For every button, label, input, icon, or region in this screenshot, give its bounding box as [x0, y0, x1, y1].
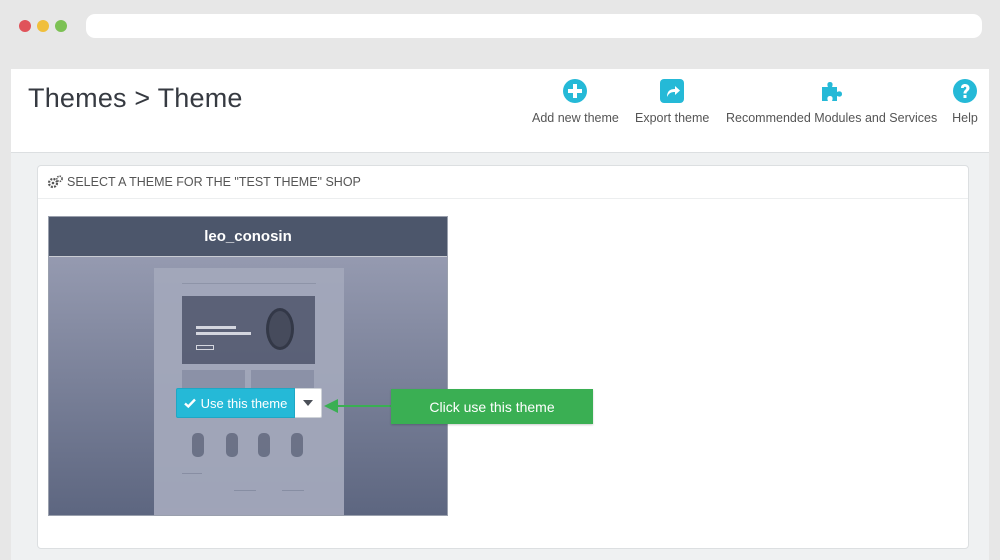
caret-down-icon [303, 400, 313, 406]
share-square-icon [660, 79, 685, 103]
export-theme-button[interactable]: Export theme [635, 78, 709, 125]
annotation-arrow-icon [324, 399, 392, 413]
help-button[interactable]: Help [952, 78, 978, 125]
export-theme-label: Export theme [635, 111, 710, 125]
panel-heading: SELECT A THEME FOR THE "TEST THEME" SHOP [38, 166, 968, 199]
theme-name: leo_conosin [49, 217, 447, 257]
cogs-icon [47, 175, 63, 189]
add-new-theme-label: Add new theme [532, 111, 619, 125]
browser-chrome [0, 0, 1000, 52]
check-icon [183, 398, 196, 409]
plus-circle-icon [563, 79, 588, 103]
address-bar[interactable] [86, 14, 982, 38]
maximize-window-dot[interactable] [55, 20, 67, 32]
theme-preview-image: Use this theme [49, 257, 447, 515]
page-header: Themes > Theme Add new theme Export them… [11, 69, 989, 153]
page-title: Themes > Theme [28, 83, 243, 113]
help-label: Help [952, 111, 978, 125]
theme-card: leo_conosin Use this theme [48, 216, 448, 516]
recommended-modules-label: Recommended Modules and Services [726, 111, 938, 125]
panel-heading-text: SELECT A THEME FOR THE "TEST THEME" SHOP [67, 175, 361, 189]
close-window-dot[interactable] [19, 20, 31, 32]
recommended-modules-button[interactable]: Recommended Modules and Services [726, 78, 937, 125]
theme-options-dropdown-toggle[interactable] [295, 388, 322, 418]
theme-selection-panel: SELECT A THEME FOR THE "TEST THEME" SHOP… [37, 165, 969, 549]
add-new-theme-button[interactable]: Add new theme [532, 78, 619, 125]
annotation-callout: Click use this theme [391, 389, 593, 424]
puzzle-piece-icon [821, 82, 842, 101]
admin-page: Themes > Theme Add new theme Export them… [11, 69, 989, 560]
use-this-theme-label: Use this theme [200, 395, 288, 411]
minimize-window-dot[interactable] [37, 20, 49, 32]
use-this-theme-button[interactable]: Use this theme [176, 388, 295, 418]
question-circle-icon [953, 79, 977, 103]
